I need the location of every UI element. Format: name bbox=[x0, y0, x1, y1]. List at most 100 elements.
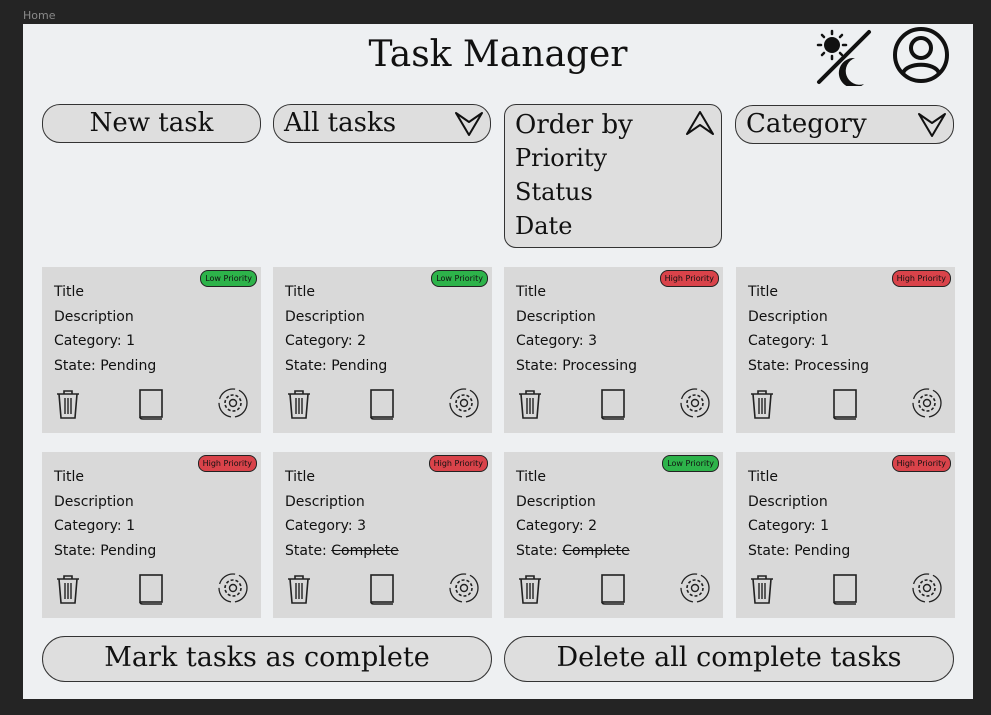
delete-task-button[interactable] bbox=[54, 388, 82, 425]
priority-badge: Low Priority bbox=[431, 270, 488, 287]
task-state-value: Processing bbox=[794, 358, 869, 375]
delete-task-button[interactable] bbox=[54, 573, 82, 610]
task-category: Category: 2 bbox=[285, 333, 367, 350]
priority-badge: High Priority bbox=[891, 455, 951, 472]
task-description: Description bbox=[285, 493, 365, 510]
view-task-button[interactable] bbox=[831, 388, 859, 425]
task-settings-button[interactable] bbox=[911, 387, 943, 424]
settings-gear-icon bbox=[911, 388, 943, 423]
task-card[interactable]: Low Priority Title Description Category: 2 S… bbox=[504, 452, 723, 618]
order-option-status[interactable]: Status bbox=[515, 175, 711, 209]
order-by-dropdown[interactable]: Order by Priority Status Date bbox=[504, 104, 722, 248]
task-category: Category: 3 bbox=[516, 333, 598, 350]
settings-gear-icon bbox=[679, 388, 711, 423]
book-icon bbox=[137, 389, 165, 424]
category-dropdown[interactable]: Category bbox=[735, 105, 954, 144]
book-icon bbox=[831, 574, 859, 609]
delete-task-button[interactable] bbox=[516, 573, 544, 610]
priority-badge: High Priority bbox=[659, 270, 719, 287]
task-state-value: Pending bbox=[100, 543, 157, 560]
chevron-down-icon bbox=[918, 113, 946, 137]
delete-task-button[interactable] bbox=[748, 573, 776, 610]
task-state: State: Complete bbox=[516, 539, 630, 564]
task-description: Description bbox=[54, 308, 134, 325]
category-dropdown-label: Category bbox=[746, 109, 867, 139]
view-task-button[interactable] bbox=[599, 573, 627, 610]
mark-complete-button[interactable]: Mark tasks as complete bbox=[42, 636, 492, 682]
theme-toggle-button[interactable] bbox=[814, 28, 874, 88]
profile-button[interactable] bbox=[891, 26, 951, 84]
book-icon bbox=[831, 389, 859, 424]
order-option-date[interactable]: Date bbox=[515, 209, 711, 243]
order-option-priority[interactable]: Priority bbox=[515, 141, 711, 175]
view-task-button[interactable] bbox=[368, 388, 396, 425]
view-task-button[interactable] bbox=[368, 573, 396, 610]
task-category: Category: 1 bbox=[748, 518, 830, 535]
task-title: Title bbox=[285, 469, 316, 485]
task-title: Title bbox=[54, 284, 85, 300]
task-title: Title bbox=[748, 284, 779, 300]
task-title: Title bbox=[516, 284, 547, 300]
task-state-value: Processing bbox=[562, 358, 637, 375]
task-settings-button[interactable] bbox=[679, 572, 711, 609]
task-state-value: Pending bbox=[794, 543, 851, 560]
task-settings-button[interactable] bbox=[911, 572, 943, 609]
settings-gear-icon bbox=[448, 388, 480, 423]
task-card[interactable]: Low Priority Title Description Category: 2 S… bbox=[273, 267, 492, 433]
task-state: State: Pending bbox=[285, 354, 387, 379]
task-category: Category: 1 bbox=[54, 518, 136, 535]
task-description: Description bbox=[748, 308, 828, 325]
book-icon bbox=[599, 574, 627, 609]
task-card[interactable]: Low Priority Title Description Category: 1 S… bbox=[42, 267, 261, 433]
view-task-button[interactable] bbox=[831, 573, 859, 610]
settings-gear-icon bbox=[217, 573, 249, 608]
book-icon bbox=[368, 574, 396, 609]
task-card[interactable]: High Priority Title Description Category: 3… bbox=[273, 452, 492, 618]
priority-badge: Low Priority bbox=[200, 270, 257, 287]
view-task-button[interactable] bbox=[599, 388, 627, 425]
new-task-button[interactable]: New task bbox=[42, 104, 261, 143]
delete-task-button[interactable] bbox=[285, 388, 313, 425]
trash-icon bbox=[748, 390, 776, 424]
task-description: Description bbox=[516, 308, 596, 325]
task-card[interactable]: High Priority Title Description Category: 1… bbox=[736, 267, 955, 433]
task-state: State: Pending bbox=[748, 539, 850, 564]
task-state-value: Pending bbox=[331, 358, 388, 375]
view-task-button[interactable] bbox=[137, 573, 165, 610]
task-title: Title bbox=[516, 469, 547, 485]
task-settings-button[interactable] bbox=[448, 387, 480, 424]
delete-task-button[interactable] bbox=[516, 388, 544, 425]
task-title: Title bbox=[285, 284, 316, 300]
priority-badge: Low Priority bbox=[662, 455, 719, 472]
task-category: Category: 2 bbox=[516, 518, 598, 535]
task-settings-button[interactable] bbox=[679, 387, 711, 424]
task-state-prefix: State: bbox=[516, 543, 563, 560]
task-category: Category: 3 bbox=[285, 518, 367, 535]
trash-icon bbox=[54, 575, 82, 609]
view-task-button[interactable] bbox=[137, 388, 165, 425]
settings-gear-icon bbox=[217, 388, 249, 423]
task-state: State: Processing bbox=[748, 354, 869, 379]
trash-icon bbox=[285, 390, 313, 424]
task-card[interactable]: High Priority Title Description Category: 1… bbox=[736, 452, 955, 618]
task-state-value: Complete bbox=[331, 543, 399, 560]
window-tab-label: Home bbox=[23, 9, 56, 22]
task-settings-button[interactable] bbox=[217, 387, 249, 424]
task-settings-button[interactable] bbox=[448, 572, 480, 609]
task-category: Category: 1 bbox=[748, 333, 830, 350]
task-state-value: Complete bbox=[562, 543, 630, 560]
delete-complete-button[interactable]: Delete all complete tasks bbox=[504, 636, 954, 682]
filter-dropdown[interactable]: All tasks bbox=[273, 104, 491, 143]
trash-icon bbox=[54, 390, 82, 424]
task-card[interactable]: High Priority Title Description Category: 1… bbox=[42, 452, 261, 618]
task-card[interactable]: High Priority Title Description Category: 3… bbox=[504, 267, 723, 433]
task-settings-button[interactable] bbox=[217, 572, 249, 609]
task-state-prefix: State: bbox=[54, 358, 101, 375]
delete-task-button[interactable] bbox=[748, 388, 776, 425]
task-description: Description bbox=[748, 493, 828, 510]
priority-badge: High Priority bbox=[428, 455, 488, 472]
delete-task-button[interactable] bbox=[285, 573, 313, 610]
task-state-prefix: State: bbox=[748, 543, 795, 560]
settings-gear-icon bbox=[679, 573, 711, 608]
book-icon bbox=[137, 574, 165, 609]
